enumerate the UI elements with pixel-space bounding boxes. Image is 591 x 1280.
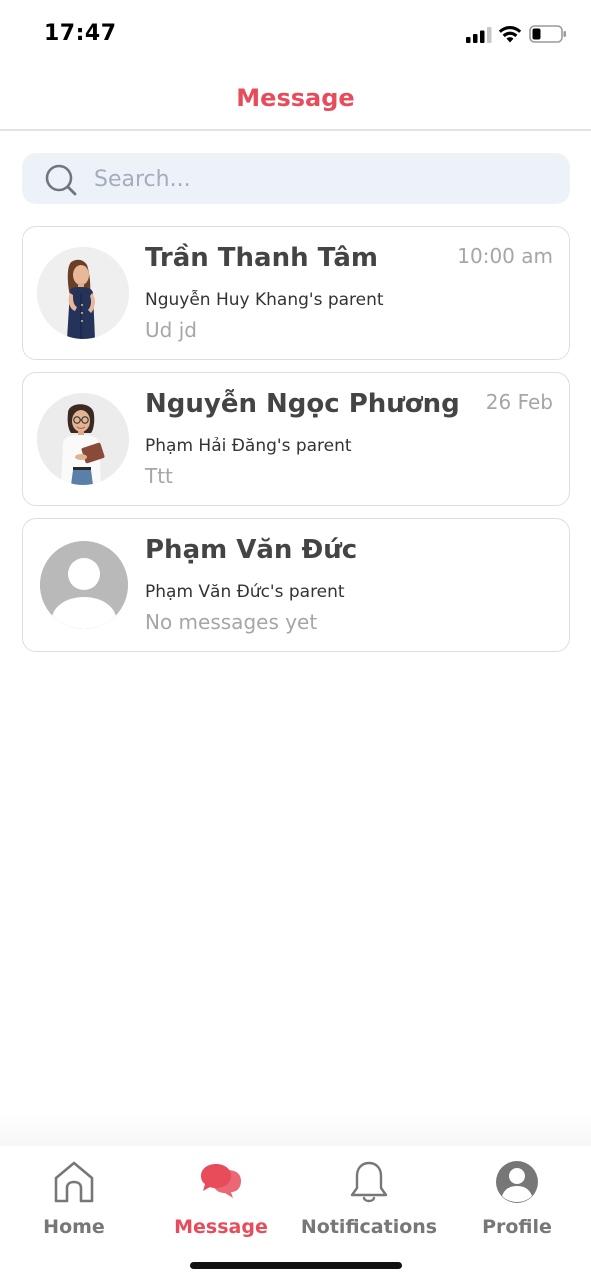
header: Message xyxy=(0,70,591,131)
nav-profile[interactable]: Profile xyxy=(443,1156,591,1238)
photo-woman-glasses-tablet-icon xyxy=(37,393,129,485)
battery-icon xyxy=(529,25,566,43)
nav-home-label: Home xyxy=(43,1216,105,1238)
contact-relation: Nguyễn Huy Khang's parent xyxy=(145,290,384,310)
contact-relation: Phạm Hải Đăng's parent xyxy=(145,436,352,456)
conversation-item[interactable]: Trần Thanh Tâm 10:00 am Nguyễn Huy Khang… xyxy=(22,226,570,360)
search-input[interactable] xyxy=(94,159,544,199)
search-icon xyxy=(45,164,77,196)
bottom-nav: Home Message Notifications Profile xyxy=(0,1146,591,1280)
last-message: Ud jd xyxy=(145,318,197,342)
chat-bubbles-icon xyxy=(201,1164,241,1198)
last-message: Ttt xyxy=(145,464,173,488)
status-time: 17:47 xyxy=(44,21,117,46)
avatar xyxy=(37,247,129,339)
nav-message-label: Message xyxy=(174,1216,268,1238)
contact-name: Trần Thanh Tâm xyxy=(145,243,378,273)
default-user-icon xyxy=(40,541,128,629)
photo-woman-navy-dress-icon xyxy=(37,247,129,339)
contact-relation: Phạm Văn Đức's parent xyxy=(145,582,345,602)
nav-profile-label: Profile xyxy=(482,1216,552,1238)
status-bar: 17:47 xyxy=(0,0,591,70)
nav-shadow xyxy=(0,1110,591,1146)
last-message: No messages yet xyxy=(145,610,318,634)
conversation-item[interactable]: Nguyễn Ngọc Phương 26 Feb Phạm Hải Đăng'… xyxy=(22,372,570,506)
nav-message[interactable]: Message xyxy=(147,1156,295,1238)
nav-notifications-label: Notifications xyxy=(300,1216,438,1238)
wifi-icon xyxy=(498,26,522,43)
contact-name: Phạm Văn Đức xyxy=(145,535,358,565)
signal-icon xyxy=(466,27,492,43)
message-time: 10:00 am xyxy=(457,244,553,268)
search-bar[interactable] xyxy=(22,153,570,204)
page-title: Message xyxy=(236,84,355,112)
avatar xyxy=(37,393,129,485)
nav-notifications[interactable]: Notifications xyxy=(295,1156,443,1238)
contact-name: Nguyễn Ngọc Phương xyxy=(145,389,460,419)
user-circle-icon xyxy=(496,1161,538,1203)
home-icon xyxy=(54,1161,94,1203)
home-indicator xyxy=(190,1262,402,1269)
nav-home[interactable]: Home xyxy=(0,1156,148,1238)
conversation-item[interactable]: Phạm Văn Đức Phạm Văn Đức's parent No me… xyxy=(22,518,570,652)
bell-icon xyxy=(350,1161,388,1203)
avatar xyxy=(40,541,128,629)
message-time: 26 Feb xyxy=(485,390,553,414)
